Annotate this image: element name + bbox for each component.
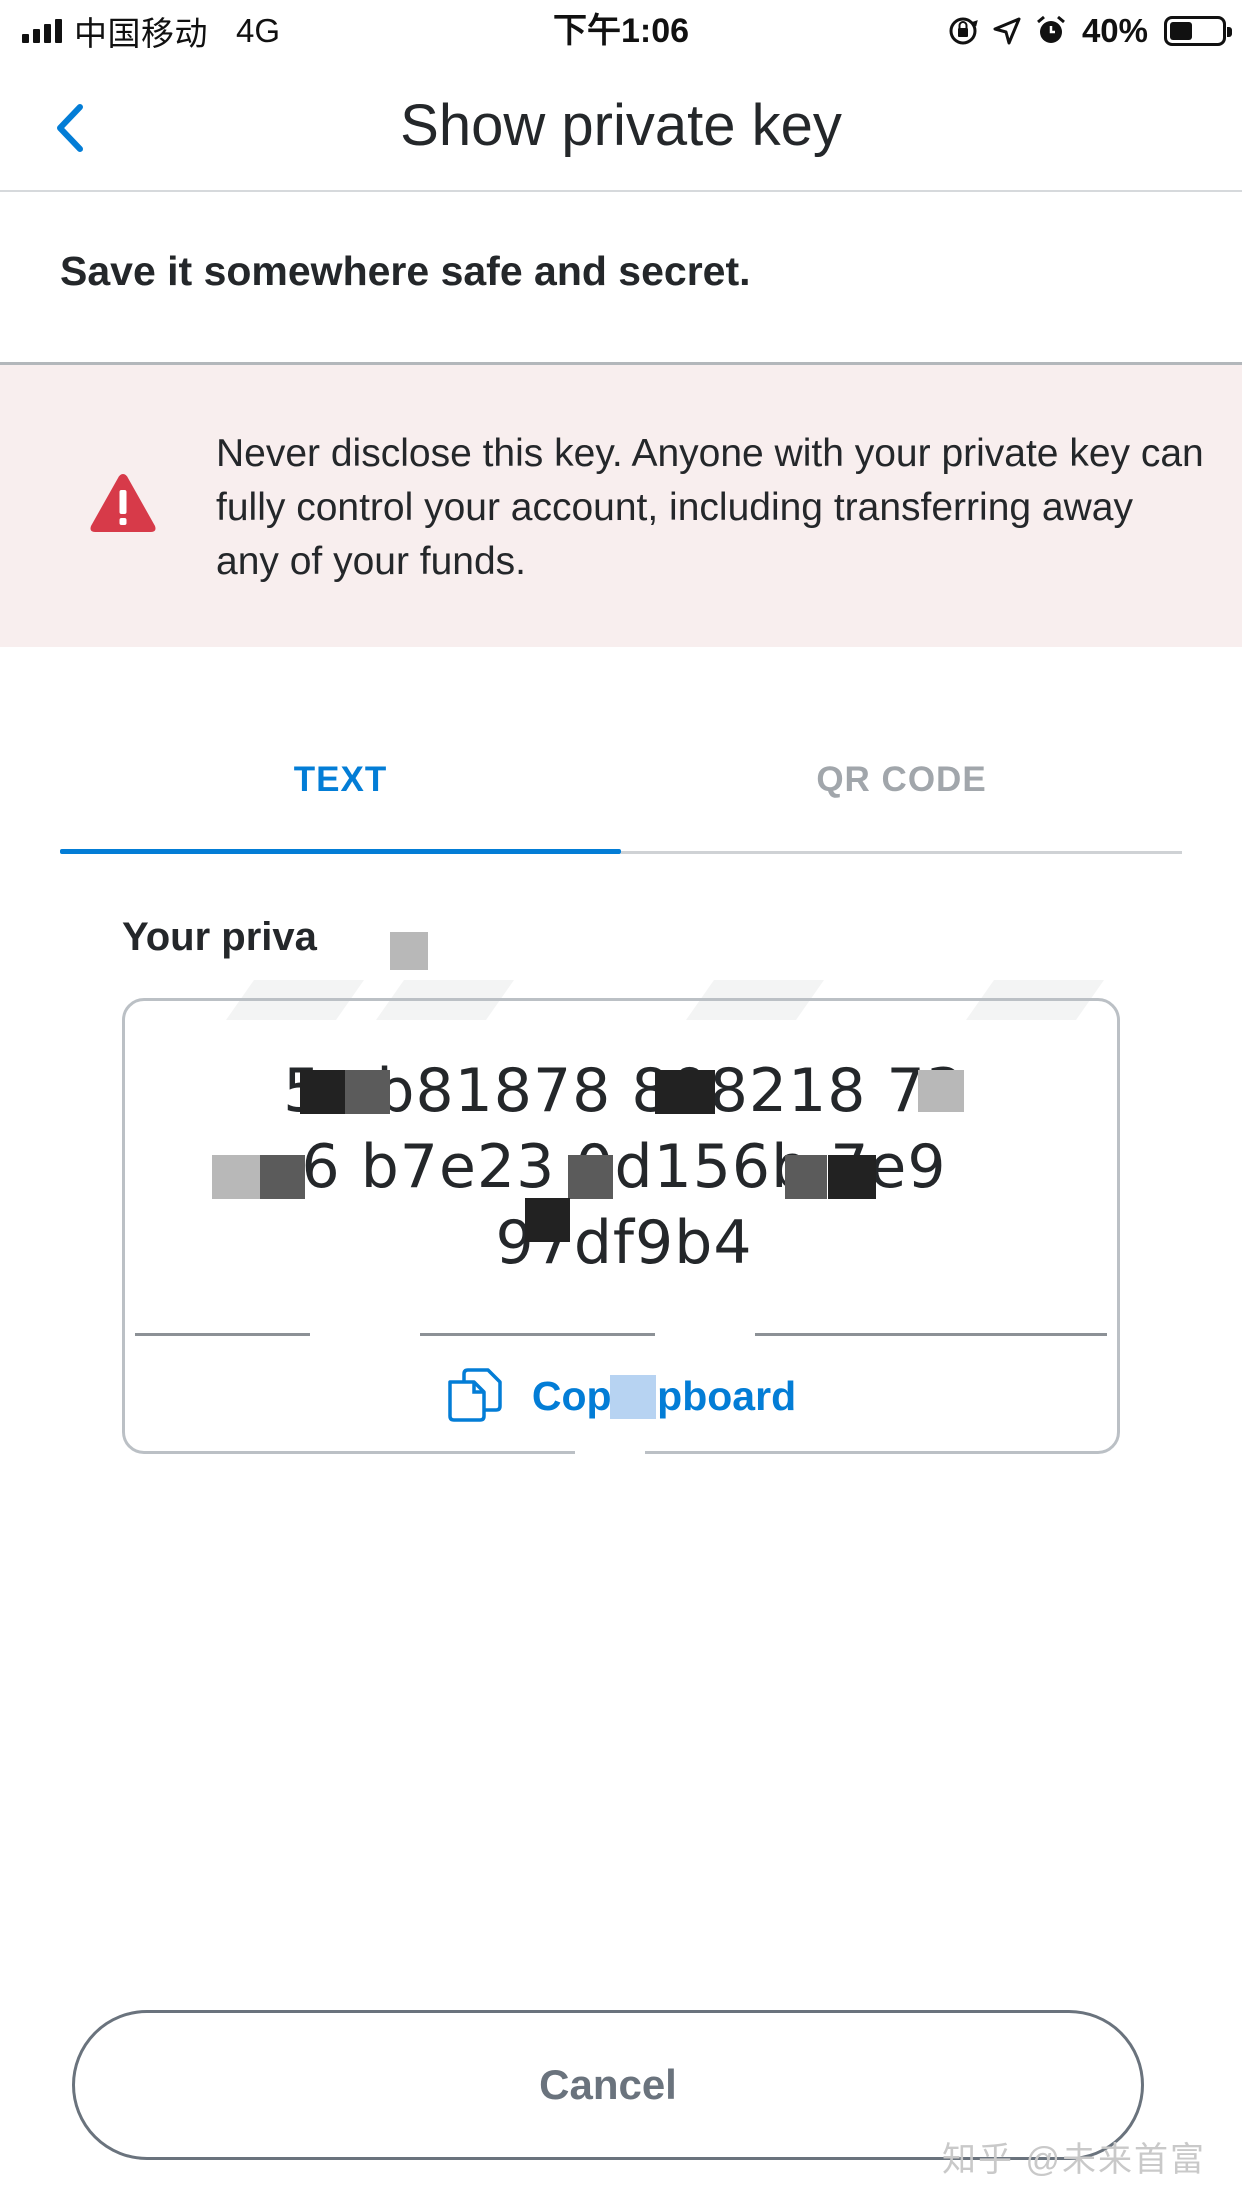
private-key-label: Your priva [122, 915, 317, 959]
battery-percent: 40% [1081, 12, 1148, 49]
warning-triangle-icon [90, 474, 156, 532]
tab-bar: TEXT QR CODE [60, 730, 1182, 854]
redaction-block [785, 1155, 827, 1199]
tab-active-indicator [60, 849, 621, 854]
redaction-block [828, 1155, 876, 1199]
redaction-block [918, 1070, 964, 1112]
redaction-block [655, 1325, 755, 1347]
redaction-block [575, 1440, 645, 1460]
copy-icon [448, 1368, 502, 1422]
warning-text: Never disclose this key. Anyone with you… [216, 432, 1204, 583]
redaction-block [390, 932, 428, 970]
redaction-block [260, 1155, 305, 1199]
subtitle: Save it somewhere safe and secret. [60, 248, 751, 294]
tab-underline [621, 851, 1182, 854]
tab-qr-code[interactable]: QR CODE [621, 730, 1182, 854]
redaction-block [610, 1375, 656, 1419]
redaction-block [310, 1325, 420, 1347]
key-box-divider [135, 1333, 1107, 1336]
redaction-block [655, 1070, 715, 1114]
page-title: Show private key [400, 93, 842, 158]
redaction-block [525, 1198, 570, 1242]
location-icon [993, 17, 1021, 45]
page: 中国移动 4G 下午1:06 40% Show private key Save… [0, 0, 1242, 2208]
alarm-icon [1036, 15, 1065, 43]
copy-label: Copy lpboard [531, 1372, 797, 1419]
redaction-block [300, 1070, 348, 1114]
warning-banner: Never disclose this key. Anyone with you… [0, 365, 1242, 647]
battery-icon [1164, 16, 1232, 46]
key-line: 97df9b4 [495, 1208, 753, 1278]
header: Show private key [0, 62, 1242, 192]
redaction-block [568, 1155, 613, 1199]
status-bar: 中国移动 4G 下午1:06 40% [0, 0, 1242, 62]
orientation-lock-icon [949, 17, 978, 45]
redaction-block [212, 1155, 260, 1199]
status-bar-right: 40% [946, 10, 1232, 52]
redaction-block [345, 1070, 390, 1114]
tab-text[interactable]: TEXT [60, 730, 621, 854]
watermark: 知乎 @未来首富 [942, 2141, 1206, 2179]
